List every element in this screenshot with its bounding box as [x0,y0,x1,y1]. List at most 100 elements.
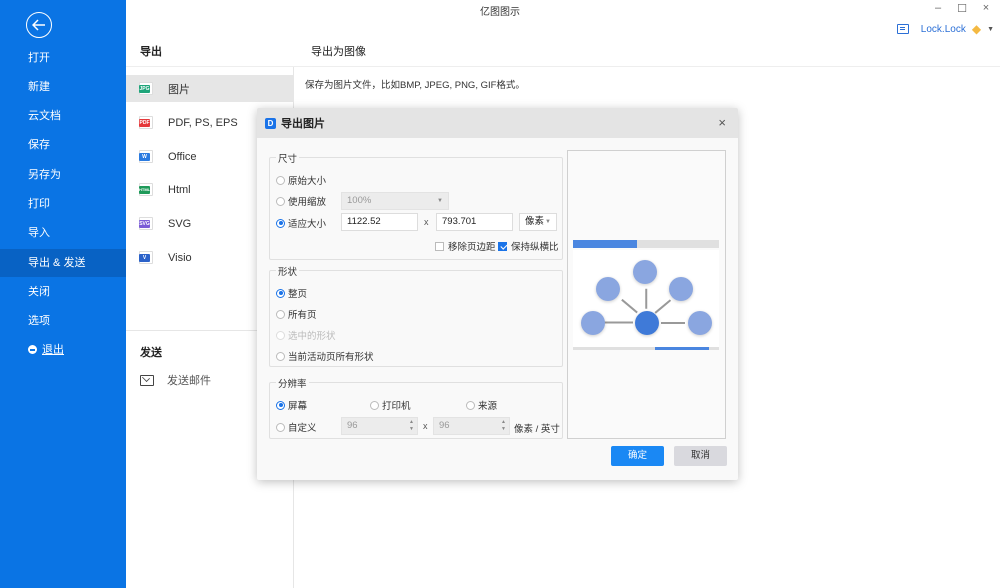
radio-button [276,330,285,340]
minimize-button[interactable]: – [932,2,944,15]
sidebar-item-save[interactable]: 保存 [0,131,126,159]
radio-button[interactable] [276,422,285,432]
radio-button[interactable] [466,400,475,410]
times-sign: x [424,217,429,227]
radio-label: 所有页 [288,310,317,321]
sidebar-item-save-as[interactable]: 另存为 [0,161,126,189]
radio-active-page-shapes[interactable]: 当前活动页所有形状 [276,349,374,363]
sidebar-item-options[interactable]: 选项 [0,307,126,335]
preview-node [669,277,693,301]
dpi-x-spinbox[interactable]: 96 ▲ ▼ [341,417,418,435]
radio-button[interactable] [276,351,285,361]
jpg-file-icon: JPG [139,82,153,95]
unit-value: 像素 [525,216,545,227]
spin-arrows-icon[interactable]: ▲ ▼ [409,419,414,433]
html-file-icon: HTML [139,183,153,196]
zoom-select[interactable]: 100% ▼ [341,192,449,210]
radio-button[interactable] [276,175,285,185]
radio-button[interactable] [276,218,285,228]
checkbox[interactable] [435,241,444,251]
radio-whole-page[interactable]: 整页 [276,286,307,300]
sidebar-item-exit[interactable]: 退出 [0,336,126,364]
shape-group-title: 形状 [276,264,300,278]
header-divider [126,66,1000,67]
dropdown-arrow-icon: ▼ [437,198,443,204]
width-input[interactable]: 1122.52 [341,213,418,231]
keep-ratio-checkbox[interactable]: 保持纵横比 [498,239,559,253]
resolution-group: 分辨率 屏幕 打印机 来源 自定义 96 ▲ ▼ x 96 ▲ ▼ 像素 / 英寸 [269,376,563,439]
sidebar-item-close[interactable]: 关闭 [0,278,126,306]
radio-fit-size[interactable]: 适应大小 [276,216,326,230]
sidebar-item-export-send[interactable]: 导出 & 发送 [0,249,126,277]
sidebar-item-print[interactable]: 打印 [0,190,126,218]
preview-center-node [635,311,659,335]
app-title: 亿图图示 [480,7,520,18]
height-input[interactable]: 793.701 [436,213,513,231]
times-sign: x [423,421,428,431]
word-file-icon: W [139,150,153,163]
checkbox[interactable] [498,241,507,251]
user-area: Lock.Lock ◆ ▼ [896,22,994,36]
export-image-dialog: D 导出图片 × 尺寸 原始大小 使用缩放 100% ▼ 适应大小 1122.5… [257,108,738,480]
sidebar-item-import[interactable]: 导入 [0,219,126,247]
message-icon[interactable] [896,24,909,34]
radio-use-zoom[interactable]: 使用缩放 [276,194,326,208]
format-label: 图片 [168,83,190,96]
radio-button[interactable] [276,288,285,298]
cancel-button[interactable]: 取消 [674,446,727,466]
radio-original-size[interactable]: 原始大小 [276,173,326,187]
caret-down-icon[interactable]: ▼ [987,26,994,33]
radio-button[interactable] [276,400,285,410]
preview-node [581,311,605,335]
maximize-button[interactable]: ☐ [956,2,968,15]
ok-button[interactable]: 确定 [611,446,664,466]
sidebar-item-cloud-docs[interactable]: 云文档 [0,102,126,130]
app-logo-icon: D [265,117,276,129]
preview-title-band [573,240,719,248]
unit-select[interactable]: 像素 ▼ [519,213,557,231]
resolution-group-title: 分辨率 [276,376,309,390]
preview-node [633,260,657,284]
close-icon[interactable]: × [718,115,726,130]
dialog-title: 导出图片 [281,118,325,130]
spin-arrows-icon[interactable]: ▲ ▼ [501,419,506,433]
radio-all-pages[interactable]: 所有页 [276,307,317,321]
remove-margin-checkbox[interactable]: 移除页边距 [435,239,496,253]
dpi-y-spinbox[interactable]: 96 ▲ ▼ [433,417,510,435]
send-email-item[interactable]: 发送邮件 [140,372,211,388]
exit-label: 退出 [42,344,64,356]
close-window-button[interactable]: × [980,2,992,15]
pdf-file-icon: PDF [139,116,153,129]
radio-label: 当前活动页所有形状 [288,352,374,363]
window-controls: – ☐ × [932,2,992,15]
sidebar-item-open[interactable]: 打开 [0,44,126,72]
radio-button[interactable] [276,309,285,319]
format-item-image[interactable]: JPG 图片 [126,75,293,102]
checkbox-label: 保持纵横比 [511,242,559,253]
svg-file-icon: SVG [139,217,153,230]
arrow-left-icon [32,19,45,31]
radio-button[interactable] [370,400,379,410]
radio-button[interactable] [276,196,285,206]
radio-label: 选中的形状 [288,331,336,342]
radio-source[interactable]: 来源 [466,398,497,412]
size-group-title: 尺寸 [276,151,300,165]
visio-file-icon: V [139,251,153,264]
minus-circle-icon [28,345,37,354]
preview-node [688,311,712,335]
radio-custom[interactable]: 自定义 [276,420,317,434]
format-label: Office [168,150,197,163]
radio-printer[interactable]: 打印机 [370,398,411,412]
user-name[interactable]: Lock.Lock [921,24,966,35]
radio-label: 原始大小 [288,176,327,187]
format-label: SVG [168,217,192,230]
sidebar-item-new[interactable]: 新建 [0,73,126,101]
format-label: Html [168,183,191,196]
mail-send-icon [140,374,154,386]
radio-label: 适应大小 [288,219,327,230]
radio-selected-shapes: 选中的形状 [276,328,336,342]
radio-screen[interactable]: 屏幕 [276,398,307,412]
image-preview [567,150,726,439]
dpi-unit-label: 像素 / 英寸 [514,424,560,435]
zoom-value: 100% [347,195,372,206]
